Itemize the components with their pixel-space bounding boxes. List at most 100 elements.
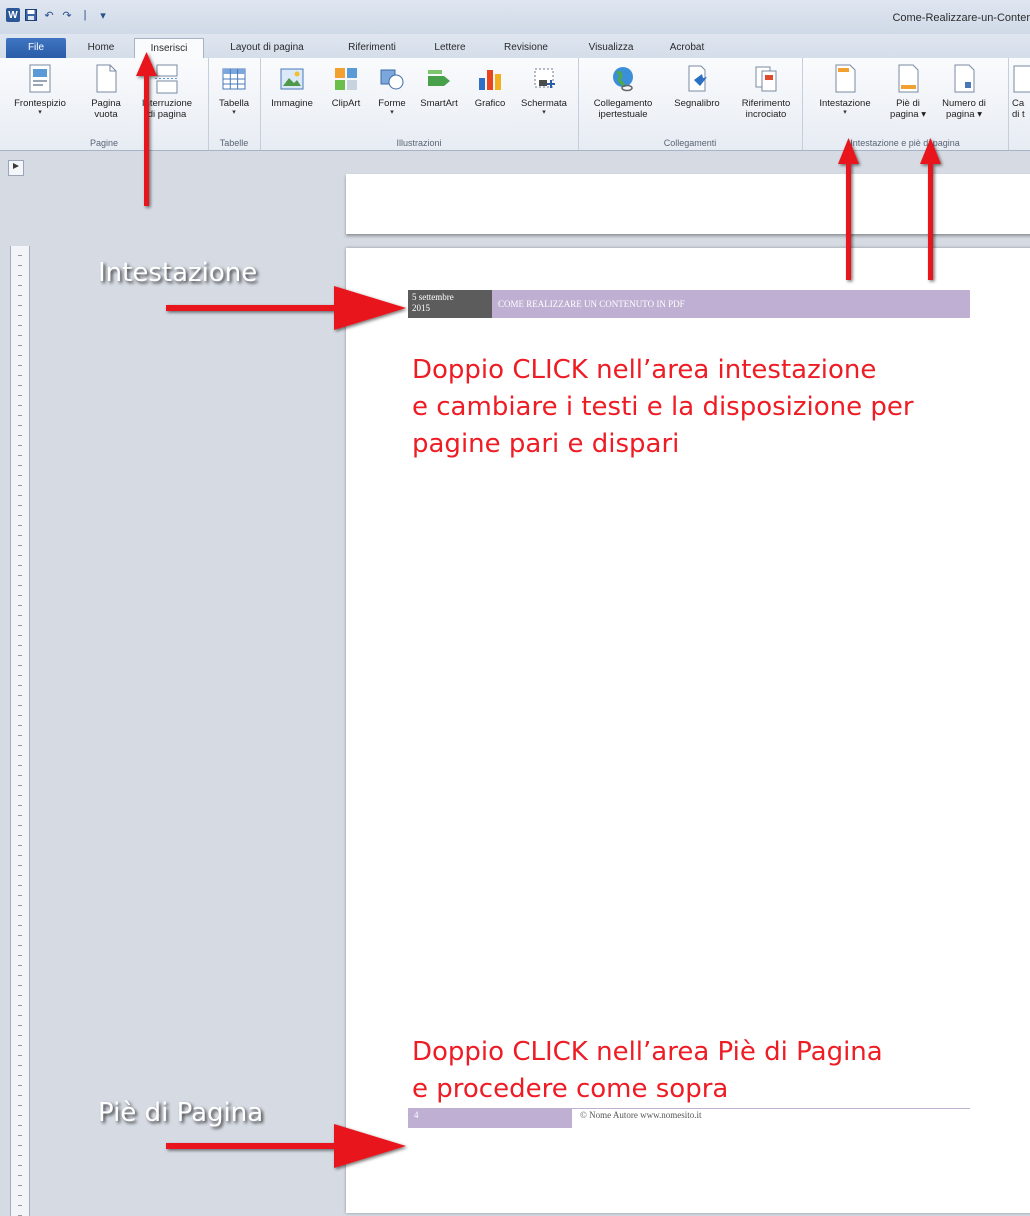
grafico-label: Grafico bbox=[474, 98, 506, 109]
frontespizio-label: Frontespizio bbox=[14, 98, 66, 109]
ruler-icon bbox=[13, 163, 19, 169]
pie-label-1: Piè di bbox=[896, 98, 920, 109]
footer-divider bbox=[572, 1108, 970, 1109]
tab-inserisci[interactable]: Inserisci bbox=[134, 38, 204, 60]
screenshot-icon bbox=[534, 68, 555, 88]
group-tabelle: Tabella ▾ Tabelle bbox=[208, 58, 261, 150]
group-label-intestazione-e-pie: Intestazione e piè di pagina bbox=[850, 138, 960, 148]
tab-file[interactable]: File bbox=[6, 38, 66, 58]
collegamento-label-2: ipertestuale bbox=[598, 109, 648, 120]
group-illustrazioni: Immagine ClipArt Forme ▾ SmartArt Grafic… bbox=[260, 58, 579, 150]
clipart-icon bbox=[335, 68, 357, 90]
redo-icon[interactable]: ↷ bbox=[60, 8, 74, 22]
header-date-block[interactable]: 5 settembre 2015 bbox=[408, 290, 492, 318]
smartart-icon bbox=[428, 70, 450, 86]
truncated-button[interactable]: Ca di t bbox=[1012, 64, 1030, 120]
instruction-header-line-2: e cambiare i testi e la disposizione per bbox=[412, 392, 914, 422]
group-label-collegamenti: Collegamenti bbox=[663, 138, 717, 148]
tab-home[interactable]: Home bbox=[74, 38, 128, 58]
segnalibro-button[interactable]: Segnalibro bbox=[666, 64, 728, 109]
undo-icon[interactable]: ↶ bbox=[42, 8, 56, 22]
chart-icon bbox=[479, 70, 501, 90]
riferimento-label-2: incrociato bbox=[745, 109, 787, 120]
title-bar: W ↶ ↷ | ▾ Come-Realizzare-un-Conter bbox=[0, 0, 1030, 34]
immagine-label: Immagine bbox=[271, 98, 313, 109]
tabella-button[interactable]: Tabella ▾ bbox=[212, 64, 256, 117]
tab-acrobat[interactable]: Acrobat bbox=[656, 38, 718, 58]
header-date-line-2: 2015 bbox=[412, 303, 430, 313]
pie-di-pagina-callout-label: Piè di Pagina bbox=[98, 1098, 264, 1128]
instruction-footer-line-2: e procedere come sopra bbox=[412, 1074, 729, 1104]
schermata-button[interactable]: Schermata ▾ bbox=[514, 64, 574, 117]
forme-label: Forme bbox=[378, 98, 406, 109]
segnalibro-label: Segnalibro bbox=[674, 98, 720, 109]
ribbon: Frontespizio ▾ Pagina vuota Interruzione… bbox=[0, 58, 1030, 151]
smartart-button[interactable]: SmartArt bbox=[414, 64, 464, 109]
previous-page-bottom bbox=[346, 174, 1030, 234]
footer-icon bbox=[898, 64, 919, 93]
header-title-bar[interactable]: COME REALIZZARE UN CONTENUTO IN PDF bbox=[492, 290, 970, 318]
collegamento-label-1: Collegamento bbox=[593, 98, 653, 109]
schermata-label: Schermata bbox=[521, 98, 567, 109]
chevron-down-icon: ▾ bbox=[843, 109, 847, 116]
pagina-vuota-button[interactable]: Pagina vuota bbox=[82, 64, 130, 120]
smartart-label: SmartArt bbox=[420, 98, 458, 109]
tab-visualizza[interactable]: Visualizza bbox=[572, 38, 650, 58]
word-logo-icon[interactable]: W bbox=[6, 8, 20, 22]
grafico-button[interactable]: Grafico bbox=[468, 64, 512, 109]
pie-di-pagina-button[interactable]: Piè di pagina ▾ bbox=[886, 64, 930, 120]
page-break-icon bbox=[155, 64, 179, 94]
document-title: Come-Realizzare-un-Conter bbox=[892, 12, 1030, 24]
clipart-label: ClipArt bbox=[331, 98, 361, 109]
vertical-ruler bbox=[10, 246, 30, 1216]
numero-di-pagina-button[interactable]: Numero di pagina ▾ bbox=[934, 64, 994, 120]
ribbon-tab-row: File Home Inserisci Layout di pagina Rif… bbox=[0, 34, 1030, 60]
pie-label-2: pagina ▾ bbox=[890, 109, 926, 120]
table-icon bbox=[222, 68, 246, 90]
riferimento-label-1: Riferimento bbox=[741, 98, 791, 109]
customize-qat-icon[interactable]: ▾ bbox=[96, 8, 110, 22]
pagina-vuota-label-2: vuota bbox=[94, 109, 118, 120]
instruction-footer-line-1: Doppio CLICK nell’area Piè di Pagina bbox=[412, 1037, 883, 1067]
chevron-down-icon: ▾ bbox=[390, 109, 394, 116]
interruzione-di-pagina-button[interactable]: Interruzione di pagina bbox=[132, 64, 202, 120]
instruction-header-line-3: pagine pari e dispari bbox=[412, 429, 680, 459]
chevron-down-icon: ▾ bbox=[38, 109, 42, 116]
interruzione-label-2: di pagina bbox=[147, 109, 187, 120]
truncated-label-2: di t bbox=[1012, 109, 1025, 120]
text-box-icon bbox=[1013, 65, 1030, 93]
truncated-label-1: Ca bbox=[1012, 98, 1025, 109]
blank-page-icon bbox=[96, 64, 117, 93]
frontespizio-button[interactable]: Frontespizio ▾ bbox=[8, 64, 72, 117]
pagina-vuota-label-1: Pagina bbox=[91, 98, 121, 109]
tab-lettere[interactable]: Lettere bbox=[420, 38, 480, 58]
numero-label-2: pagina ▾ bbox=[946, 109, 982, 120]
cross-reference-icon bbox=[755, 66, 777, 92]
footer-page-number[interactable]: 4 bbox=[408, 1108, 572, 1128]
forme-button[interactable]: Forme ▾ bbox=[372, 64, 412, 117]
instruction-header-line-1: Doppio CLICK nell’area intestazione bbox=[412, 355, 877, 385]
riferimento-incrociato-button[interactable]: Riferimento incrociato bbox=[732, 64, 800, 120]
group-label-pagine: Pagine bbox=[89, 138, 119, 148]
group-label-illustrazioni: Illustrazioni bbox=[396, 138, 442, 148]
tab-layout-di-pagina[interactable]: Layout di pagina bbox=[214, 38, 320, 58]
tab-riferimenti[interactable]: Riferimenti bbox=[332, 38, 412, 58]
qat-separator: | bbox=[83, 9, 87, 21]
numero-label-1: Numero di bbox=[942, 98, 986, 109]
ruler-toggle-button[interactable] bbox=[8, 160, 24, 176]
tab-revisione[interactable]: Revisione bbox=[488, 38, 564, 58]
immagine-button[interactable]: Immagine bbox=[266, 64, 318, 109]
group-truncated: Ca di t bbox=[1008, 58, 1030, 150]
clipart-button[interactable]: ClipArt bbox=[324, 64, 368, 109]
group-pagine: Frontespizio ▾ Pagina vuota Interruzione… bbox=[0, 58, 209, 150]
intestazione-callout-label: Intestazione bbox=[98, 258, 258, 288]
footer-text[interactable]: © Nome Autore www.nomesito.it bbox=[580, 1110, 702, 1120]
save-icon[interactable] bbox=[24, 8, 38, 22]
header-icon bbox=[835, 64, 856, 93]
collegamento-ipertestuale-button[interactable]: Collegamento ipertestuale bbox=[584, 64, 662, 120]
intestazione-button[interactable]: Intestazione ▾ bbox=[808, 64, 882, 117]
interruzione-label-1: Interruzione bbox=[141, 98, 193, 109]
cover-page-icon bbox=[29, 64, 51, 93]
hyperlink-globe-icon bbox=[613, 67, 633, 92]
picture-icon bbox=[280, 68, 304, 90]
